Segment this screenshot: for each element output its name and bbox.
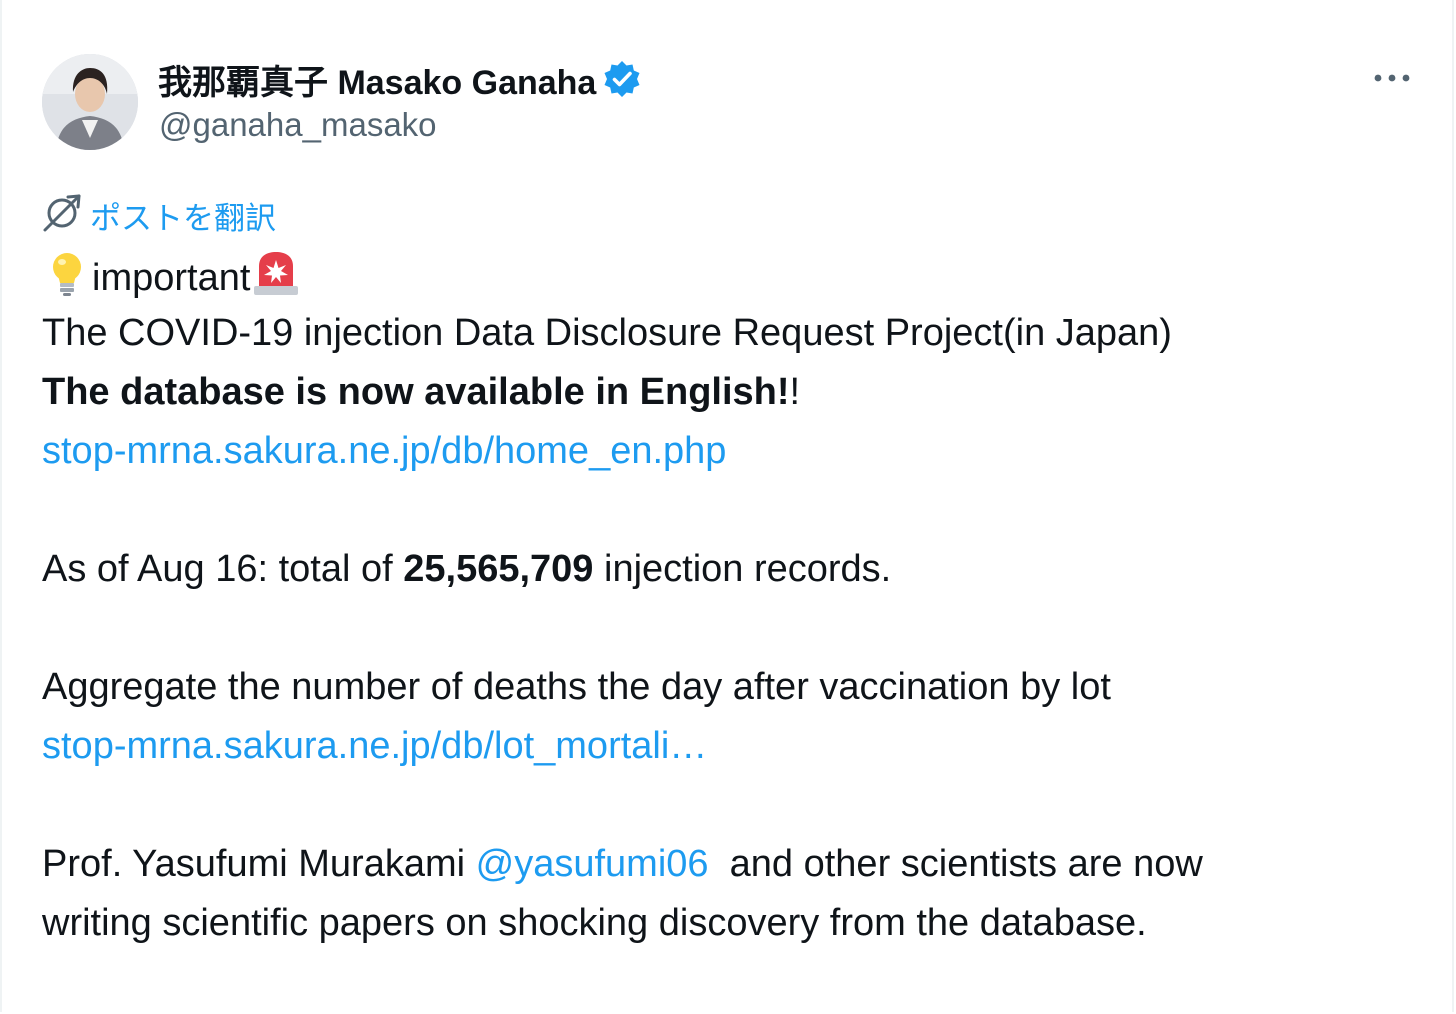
- lightbulb-emoji: [42, 248, 92, 312]
- verified-badge-icon: [602, 59, 642, 99]
- tweet-line-papers: writing scientific papers on shocking di…: [42, 902, 1147, 944]
- lot-mortality-link[interactable]: stop-mrna.sakura.ne.jp/db/lot_mortali…: [42, 720, 707, 772]
- tweet-line-records: As of Aug 16: total of 25,565,709 inject…: [42, 543, 891, 595]
- author-handle[interactable]: @ganaha_masako: [159, 106, 437, 144]
- mention-link[interactable]: @yasufumi06: [476, 843, 709, 885]
- translate-label: ポストを翻訳: [90, 200, 276, 236]
- translate-icon: [42, 193, 82, 238]
- database-announcement-rest: !: [789, 371, 801, 413]
- tweet-line-project: The COVID-19 injection Data Disclosure R…: [42, 312, 1172, 354]
- tweet-line-database: The database is now available in English…: [42, 366, 800, 418]
- tweet-card: 我那覇真子 Masako Ganaha @ganaha_masako ポストを翻…: [0, 0, 1454, 1012]
- records-text-a: As of Aug 16: total of: [42, 548, 404, 590]
- database-home-link[interactable]: stop-mrna.sakura.ne.jp/db/home_en.php: [42, 425, 726, 477]
- professor-text-a: Prof. Yasufumi Murakami: [42, 843, 476, 885]
- tweet-line-important: important: [42, 248, 302, 300]
- tweet-line-professor: Prof. Yasufumi Murakami @yasufumi06 and …: [42, 838, 1203, 890]
- translate-post-link[interactable]: ポストを翻訳: [42, 194, 276, 236]
- records-count: 25,565,709: [403, 548, 594, 590]
- database-announcement: The database is now available in English…: [42, 371, 790, 413]
- avatar[interactable]: [42, 54, 138, 150]
- author-display-name[interactable]: 我那覇真子 Masako Ganaha: [158, 55, 596, 104]
- tweet-line-aggregate: Aggregate the number of deaths the day a…: [42, 666, 1111, 708]
- siren-emoji: [250, 248, 302, 312]
- important-text: important: [92, 257, 251, 300]
- more-options-icon[interactable]: [1370, 62, 1414, 94]
- professor-text-b: and other scientists are now: [708, 843, 1203, 885]
- author-name-row: 我那覇真子 Masako Ganaha: [158, 56, 642, 102]
- records-text-b: injection records.: [593, 548, 892, 590]
